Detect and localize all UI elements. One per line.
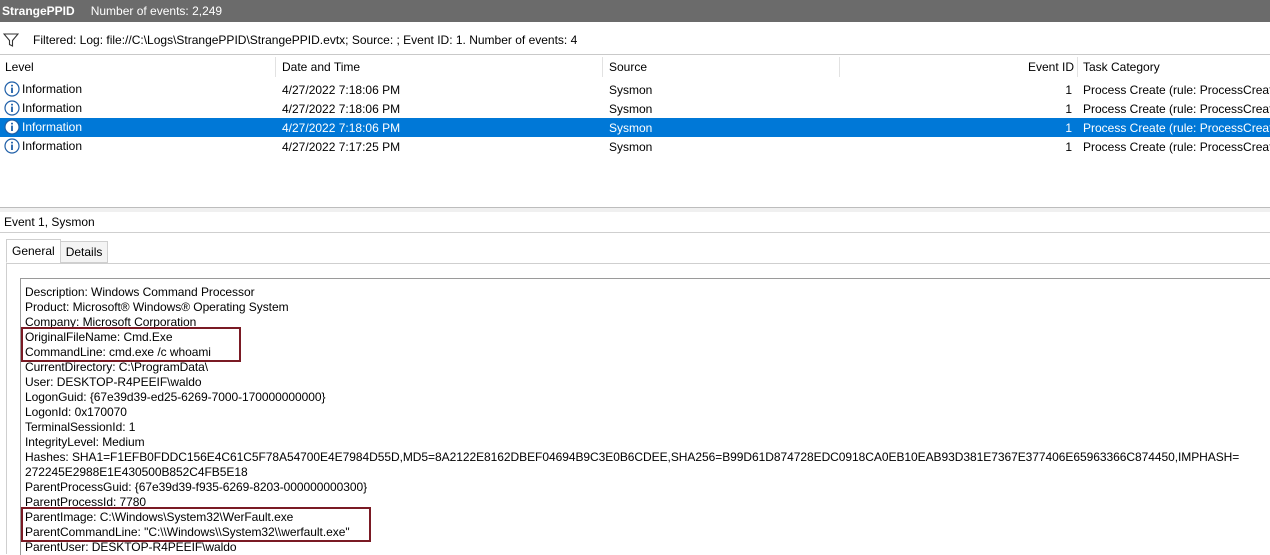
info-icon (4, 100, 20, 116)
detail-tabs: General Details (6, 239, 109, 263)
event-level-text: Information (22, 82, 83, 96)
title-bar: StrangePPID Number of events: 2,249 (0, 0, 1270, 22)
event-source: Sysmon (609, 121, 653, 135)
event-id: 1 (1065, 102, 1072, 116)
detail-line: ParentProcessGuid: {67e39d39-f935-6269-8… (25, 480, 368, 494)
event-date: 4/27/2022 7:18:06 PM (282, 102, 401, 116)
detail-line: ParentUser: DESKTOP-R4PEEIF\waldo (25, 540, 237, 554)
event-row[interactable]: Information 4/27/2022 7:18:06 PM Sysmon 1 Pr… (0, 118, 1270, 137)
info-icon (4, 81, 20, 97)
detail-title: Event 1, Sysmon (4, 215, 95, 229)
event-date: 4/27/2022 7:18:06 PM (282, 121, 401, 135)
detail-line: Product: Microsoft® Windows® Operating S… (25, 300, 289, 314)
event-count: Number of events: 2,249 (90, 4, 223, 18)
event-date: 4/27/2022 7:18:06 PM (282, 83, 401, 97)
tab-details[interactable]: Details (59, 241, 109, 263)
event-level: Information (4, 81, 82, 97)
event-level: Information (4, 100, 82, 116)
window-title: StrangePPID (2, 4, 75, 18)
event-source: Sysmon (609, 102, 653, 116)
event-task-category: Process Create (rule: ProcessCreate) (1083, 121, 1270, 135)
event-source: Sysmon (609, 83, 653, 97)
event-level-text: Information (22, 120, 83, 134)
event-description-textbox[interactable]: Description: Windows Command Processor Pr… (20, 278, 1270, 555)
event-level-text: Information (22, 101, 83, 115)
event-task-category: Process Create (rule: ProcessCreate) (1083, 102, 1270, 116)
detail-line: LogonGuid: {67e39d39-ed25-6269-7000-1700… (25, 390, 326, 404)
event-list[interactable]: Level Date and Time Source Event ID Task… (0, 56, 1270, 206)
column-header-task-category[interactable]: Task Category (1083, 60, 1160, 74)
info-icon (4, 119, 20, 135)
detail-line: Description: Windows Command Processor (25, 285, 255, 299)
event-task-category: Process Create (rule: ProcessCreate) (1083, 140, 1270, 154)
detail-line: User: DESKTOP-R4PEEIF\waldo (25, 375, 202, 389)
info-icon (4, 138, 20, 154)
event-source: Sysmon (609, 140, 653, 154)
tab-general[interactable]: General (6, 239, 61, 263)
event-level: Information (4, 138, 82, 154)
filter-bar: Filtered: Log: file://C:\Logs\StrangePPI… (0, 26, 1270, 55)
column-header-event-id[interactable]: Event ID (1028, 60, 1074, 74)
highlight-box (21, 327, 241, 362)
detail-line: CurrentDirectory: C:\ProgramData\ (25, 360, 209, 374)
event-task-category: Process Create (rule: ProcessCreate) (1083, 83, 1270, 97)
column-header-source[interactable]: Source (609, 60, 647, 74)
event-id: 1 (1065, 83, 1072, 97)
detail-line: 272245E2988E1E430500B852C4FB5E18 (25, 465, 248, 479)
event-id: 1 (1065, 121, 1072, 135)
event-row[interactable]: Information 4/27/2022 7:17:25 PM Sysmon 1 Pr… (0, 137, 1270, 156)
event-row[interactable]: Information 4/27/2022 7:18:06 PM Sysmon 1 Pr… (0, 99, 1270, 118)
detail-header: Event 1, Sysmon (0, 212, 1270, 233)
event-level-text: Information (22, 139, 83, 153)
detail-line: LogonId: 0x170070 (25, 405, 127, 419)
event-date: 4/27/2022 7:17:25 PM (282, 140, 401, 154)
event-id: 1 (1065, 140, 1072, 154)
event-level: Information (4, 119, 82, 135)
column-header-date[interactable]: Date and Time (282, 60, 360, 74)
detail-line: TerminalSessionId: 1 (25, 420, 136, 434)
filter-text: Filtered: Log: file://C:\Logs\StrangePPI… (33, 33, 578, 47)
detail-line: IntegrityLevel: Medium (25, 435, 145, 449)
detail-line: Hashes: SHA1=F1EFB0FDDC156E4C61C5F78A547… (25, 450, 1240, 464)
general-tab-panel: Description: Windows Command Processor Pr… (6, 263, 1270, 555)
event-row[interactable]: Information 4/27/2022 7:18:06 PM Sysmon 1 Pr… (0, 80, 1270, 99)
column-header-row: Level Date and Time Source Event ID Task… (0, 56, 1270, 78)
highlight-box (21, 507, 371, 542)
column-header-level[interactable]: Level (5, 60, 34, 74)
funnel-icon (3, 33, 19, 47)
